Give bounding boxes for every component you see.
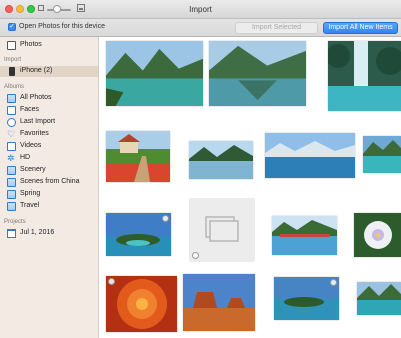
album-icon — [7, 94, 16, 103]
import-all-button[interactable]: Import All New Items — [323, 22, 398, 34]
sidebar-item-all-photos[interactable]: All Photos — [0, 93, 98, 104]
album-icon — [7, 178, 16, 187]
close-window-button[interactable] — [5, 5, 13, 13]
photo-white-flower[interactable] — [354, 213, 401, 257]
selection-badge-icon[interactable] — [192, 252, 199, 259]
sidebar-item-spring[interactable]: Spring — [0, 189, 98, 200]
calendar-icon — [7, 229, 16, 238]
selection-badge-icon[interactable] — [330, 279, 337, 286]
sidebar-item-label: HD — [20, 154, 31, 161]
zoom-out-icon[interactable] — [38, 5, 44, 11]
album-icon — [7, 166, 16, 175]
zoom-in-icon[interactable] — [77, 4, 85, 12]
import-selected-button[interactable]: Import Selected — [235, 22, 318, 34]
zoom-slider-thumb[interactable] — [53, 5, 62, 13]
photo-mountain-lake-2[interactable] — [357, 282, 401, 315]
video-icon — [7, 142, 16, 151]
sidebar-item-project[interactable]: Jul 1, 2016 — [0, 228, 98, 239]
gear-icon: ✲ — [7, 153, 15, 163]
projects-section-header: Projects — [4, 219, 26, 225]
open-photos-checkbox[interactable]: ✓ — [8, 23, 16, 31]
sidebar-item-label: Scenes from China — [20, 178, 80, 185]
sidebar-item-photos[interactable]: Photos — [0, 40, 98, 51]
sidebar-item-label: Last Import — [20, 118, 56, 125]
sidebar: Photos Import iPhone (2) Albums All Phot… — [0, 37, 99, 338]
albums-section-header: Albums — [4, 84, 25, 90]
photo-grid — [99, 37, 401, 338]
clock-icon — [7, 118, 16, 127]
sidebar-item-label: Jul 1, 2016 — [20, 229, 55, 236]
sidebar-item-label: Videos — [20, 142, 42, 149]
minimize-window-button[interactable] — [16, 5, 24, 13]
sidebar-item-scenery[interactable]: Scenery — [0, 165, 98, 176]
photo-lake-reflection[interactable] — [189, 141, 253, 179]
import-toolbar: ✓ Open Photos for this device Import Sel… — [0, 19, 401, 37]
photos-monitor-icon — [7, 41, 16, 50]
album-icon — [7, 190, 16, 199]
sidebar-item-label: Travel — [20, 202, 40, 209]
sidebar-item-label: iPhone (2) — [20, 67, 53, 74]
open-photos-label: Open Photos for this device — [19, 23, 105, 30]
sidebar-item-last-import[interactable]: Last Import — [0, 117, 98, 128]
iphone-icon — [9, 67, 15, 76]
photo-mountain-lake[interactable] — [106, 41, 203, 106]
title-bar: Import — [0, 0, 401, 19]
sidebar-item-videos[interactable]: Videos — [0, 141, 98, 152]
selection-badge-icon[interactable] — [162, 215, 169, 222]
maximize-window-button[interactable] — [27, 5, 35, 13]
import-window: Import ✓ Open Photos for this device Imp… — [0, 0, 401, 338]
sidebar-item-label: Favorites — [20, 130, 49, 137]
sidebar-item-hd[interactable]: ✲ HD — [0, 153, 98, 164]
heart-icon: ♡ — [7, 129, 16, 139]
photo-lake-village[interactable] — [272, 216, 337, 255]
photo-island[interactable] — [106, 213, 171, 256]
sidebar-item-label: Scenery — [20, 166, 46, 173]
sidebar-item-label: Faces — [20, 106, 40, 113]
photo-flower-garden[interactable] — [106, 131, 170, 182]
photo-turquoise-lake[interactable] — [363, 136, 401, 173]
photo-blue-lake[interactable] — [265, 133, 355, 178]
sidebar-item-iphone[interactable]: iPhone (2) — [0, 66, 98, 77]
selection-badge-icon[interactable] — [108, 278, 115, 285]
sidebar-item-favorites[interactable]: ♡ Favorites — [0, 129, 98, 140]
photo-island-2[interactable] — [274, 277, 339, 320]
sidebar-item-label: All Photos — [20, 94, 52, 101]
photo-green-lake[interactable] — [209, 41, 306, 106]
import-section-header: Import — [4, 57, 22, 63]
photo-waterfall[interactable] — [328, 41, 401, 111]
sidebar-item-travel[interactable]: Travel — [0, 201, 98, 212]
faces-icon — [7, 106, 16, 115]
sidebar-item-label: Spring — [20, 190, 41, 197]
sidebar-item-label: Photos — [20, 41, 42, 48]
sidebar-item-faces[interactable]: Faces — [0, 105, 98, 116]
album-icon — [7, 202, 16, 211]
photo-canyon[interactable] — [183, 274, 255, 331]
photo-placeholder[interactable] — [190, 199, 254, 261]
photo-red-flower[interactable] — [106, 276, 177, 332]
sidebar-item-scenes-from-china[interactable]: Scenes from China — [0, 177, 98, 188]
